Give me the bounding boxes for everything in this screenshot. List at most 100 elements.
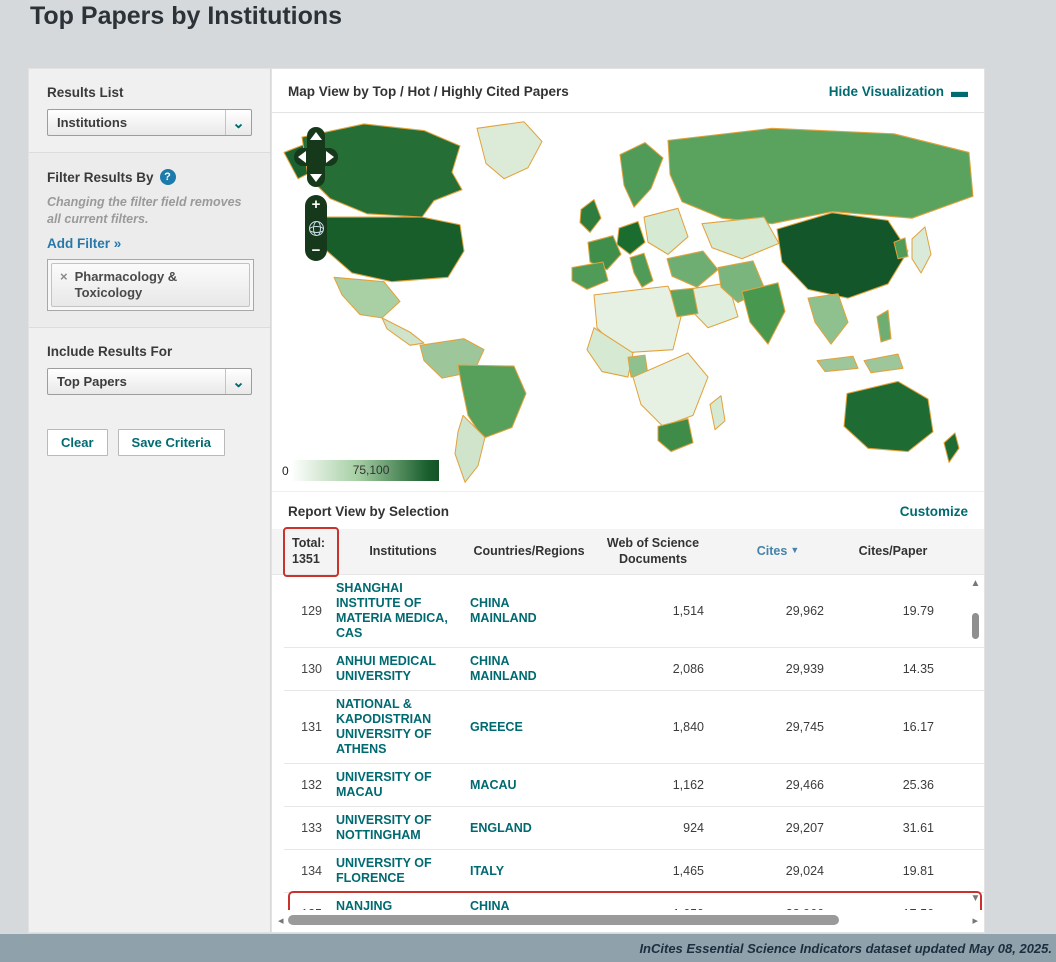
zoom-out-button[interactable]: − bbox=[312, 243, 321, 258]
table-row[interactable]: 135 NANJING UNIVERSITY CHINA MAINLAND 1,… bbox=[284, 891, 984, 910]
chevron-down-icon: ⌄ bbox=[225, 369, 251, 395]
scroll-left-icon[interactable]: ◂ bbox=[278, 914, 284, 927]
minus-icon: ▬ bbox=[951, 81, 968, 101]
table-row[interactable]: 132 UNIVERSITY OF MACAU MACAU 1,162 29,4… bbox=[284, 764, 984, 807]
table-row[interactable]: 133 UNIVERSITY OF NOTTINGHAM ENGLAND 924… bbox=[284, 807, 984, 850]
table-body: 129 SHANGHAI INSTITUTE OF MATERIA MEDICA… bbox=[272, 575, 984, 910]
institution-link[interactable]: UNIVERSITY OF NOTTINGHAM bbox=[336, 813, 470, 843]
country-cell: CHINA MAINLAND bbox=[470, 654, 537, 683]
vertical-scrollbar[interactable]: ▲ ▼ bbox=[969, 579, 982, 904]
docs-cell: 1,514 bbox=[672, 604, 704, 618]
docs-cell: 1,162 bbox=[672, 778, 704, 792]
institution-link[interactable]: ANHUI MEDICAL UNIVERSITY bbox=[336, 654, 470, 684]
pan-left-icon[interactable] bbox=[298, 151, 306, 163]
table-row[interactable]: 131 NATIONAL & KAPODISTRIAN UNIVERSITY O… bbox=[284, 691, 984, 764]
rank-cell: 134 bbox=[301, 864, 322, 878]
results-list-select[interactable]: Institutions ⌄ bbox=[47, 109, 252, 136]
world-map[interactable] bbox=[272, 113, 986, 491]
content-layout: Results List Institutions ⌄ Filter Resul… bbox=[28, 68, 986, 933]
clear-button[interactable]: Clear bbox=[47, 429, 108, 457]
include-results-section: Include Results For Top Papers ⌄ bbox=[29, 328, 270, 411]
scroll-down-icon[interactable]: ▼ bbox=[971, 894, 981, 904]
report-view-header: Report View by Selection Customize bbox=[272, 491, 984, 529]
pan-down-icon[interactable] bbox=[310, 174, 322, 182]
pan-right-icon[interactable] bbox=[326, 151, 334, 163]
docs-cell: 1,465 bbox=[672, 864, 704, 878]
table-row[interactable]: 134 UNIVERSITY OF FLORENCE ITALY 1,465 2… bbox=[284, 850, 984, 893]
table-header: Total: 1351 Institutions Countries/Regio… bbox=[272, 526, 984, 577]
filter-chip[interactable]: × Pharmacology & Toxicology bbox=[51, 262, 250, 308]
vertical-scroll-track[interactable] bbox=[971, 589, 980, 894]
horizontal-scrollbar[interactable]: ◂ ▸ bbox=[278, 912, 978, 928]
results-list-value: Institutions bbox=[57, 115, 128, 130]
include-results-select[interactable]: Top Papers ⌄ bbox=[47, 368, 252, 396]
filter-note: Changing the filter field removes all cu… bbox=[47, 195, 242, 226]
institution-link[interactable]: NATIONAL & KAPODISTRIAN UNIVERSITY OF AT… bbox=[336, 697, 470, 757]
country-cell: ITALY bbox=[470, 863, 505, 878]
horizontal-scroll-track[interactable] bbox=[287, 915, 969, 925]
cites-label: Cites bbox=[756, 543, 788, 558]
filter-chip-box: × Pharmacology & Toxicology bbox=[47, 258, 254, 312]
map-regions[interactable] bbox=[283, 121, 974, 483]
table-rows: 129 SHANGHAI INSTITUTE OF MATERIA MEDICA… bbox=[284, 575, 984, 910]
cites-per-paper-cell: 19.81 bbox=[902, 864, 934, 878]
institution-link[interactable]: SHANGHAI INSTITUTE OF MATERIA MEDICA, CA… bbox=[336, 581, 470, 641]
column-header-cites-per-paper[interactable]: Cites/Paper bbox=[838, 544, 948, 560]
remove-filter-icon[interactable]: × bbox=[60, 269, 68, 302]
table-row[interactable]: 129 SHANGHAI INSTITUTE OF MATERIA MEDICA… bbox=[284, 575, 984, 648]
filter-section: Filter Results By ? Changing the filter … bbox=[29, 152, 270, 329]
docs-cell: 1,840 bbox=[672, 720, 704, 734]
column-header-institutions[interactable]: Institutions bbox=[336, 544, 470, 560]
map-pan-control[interactable] bbox=[294, 127, 338, 187]
filter-chip-label: Pharmacology & Toxicology bbox=[74, 268, 178, 300]
rank-cell: 131 bbox=[301, 720, 322, 734]
map-zoom-control: + − bbox=[305, 195, 327, 261]
total-label: Total: bbox=[292, 535, 326, 550]
cites-per-paper-cell: 16.17 bbox=[902, 720, 934, 734]
save-criteria-button[interactable]: Save Criteria bbox=[117, 429, 226, 457]
globe-icon[interactable] bbox=[308, 220, 324, 236]
column-header-countries[interactable]: Countries/Regions bbox=[470, 544, 588, 560]
results-list-section: Results List Institutions ⌄ bbox=[29, 69, 270, 152]
institution-link[interactable]: UNIVERSITY OF FLORENCE bbox=[336, 856, 470, 886]
include-results-value: Top Papers bbox=[57, 374, 127, 390]
rank-cell: 130 bbox=[301, 662, 322, 676]
help-icon[interactable]: ? bbox=[159, 169, 176, 185]
cites-per-paper-cell: 25.36 bbox=[902, 778, 934, 792]
total-count: Total: 1351 bbox=[283, 526, 339, 577]
cites-per-paper-cell: 17.56 bbox=[838, 907, 948, 910]
column-header-docs[interactable]: Web of Science Documents bbox=[588, 536, 718, 567]
column-header-cites[interactable]: Cites ▼ bbox=[718, 544, 838, 560]
docs-cell: 1,650 bbox=[588, 907, 718, 910]
add-filter-link[interactable]: Add Filter » bbox=[47, 236, 121, 251]
vertical-scroll-thumb[interactable] bbox=[972, 613, 979, 640]
cites-cell: 29,745 bbox=[785, 720, 824, 734]
bottom-strip: InCites Essential Science Indicators dat… bbox=[0, 934, 1056, 962]
institution-link[interactable]: NANJING UNIVERSITY bbox=[336, 899, 470, 910]
map-controls: + − bbox=[294, 127, 338, 261]
horizontal-scroll-thumb[interactable] bbox=[287, 915, 840, 925]
cites-per-paper-cell: 14.35 bbox=[902, 662, 934, 676]
cites-cell: 29,024 bbox=[785, 864, 824, 878]
hide-visualization-link[interactable]: Hide Visualization ▬ bbox=[829, 81, 968, 101]
main-panel: Map View by Top / Hot / Highly Cited Pap… bbox=[271, 68, 985, 933]
map-view-header: Map View by Top / Hot / Highly Cited Pap… bbox=[272, 69, 984, 113]
cites-cell: 28,966 bbox=[718, 907, 838, 910]
cites-per-paper-cell: 19.79 bbox=[902, 604, 934, 618]
rank-cell: 132 bbox=[301, 778, 322, 792]
rank-cell: 133 bbox=[301, 821, 322, 835]
map-view-title: Map View by Top / Hot / Highly Cited Pap… bbox=[288, 84, 569, 99]
scroll-right-icon[interactable]: ▸ bbox=[972, 914, 978, 927]
table-row[interactable]: 130 ANHUI MEDICAL UNIVERSITY CHINA MAINL… bbox=[284, 648, 984, 691]
sidebar-buttons: Clear Save Criteria bbox=[29, 425, 270, 460]
sort-descending-icon: ▼ bbox=[790, 544, 800, 555]
zoom-in-button[interactable]: + bbox=[312, 197, 321, 212]
filter-label: Filter Results By bbox=[47, 169, 154, 185]
pan-up-icon[interactable] bbox=[310, 132, 322, 140]
scroll-up-icon[interactable]: ▲ bbox=[971, 579, 981, 589]
rank-cell: 135 bbox=[284, 907, 336, 910]
chevron-down-icon: ⌄ bbox=[225, 110, 251, 135]
results-list-label: Results List bbox=[47, 85, 124, 100]
customize-link[interactable]: Customize bbox=[900, 504, 968, 519]
institution-link[interactable]: UNIVERSITY OF MACAU bbox=[336, 770, 470, 800]
